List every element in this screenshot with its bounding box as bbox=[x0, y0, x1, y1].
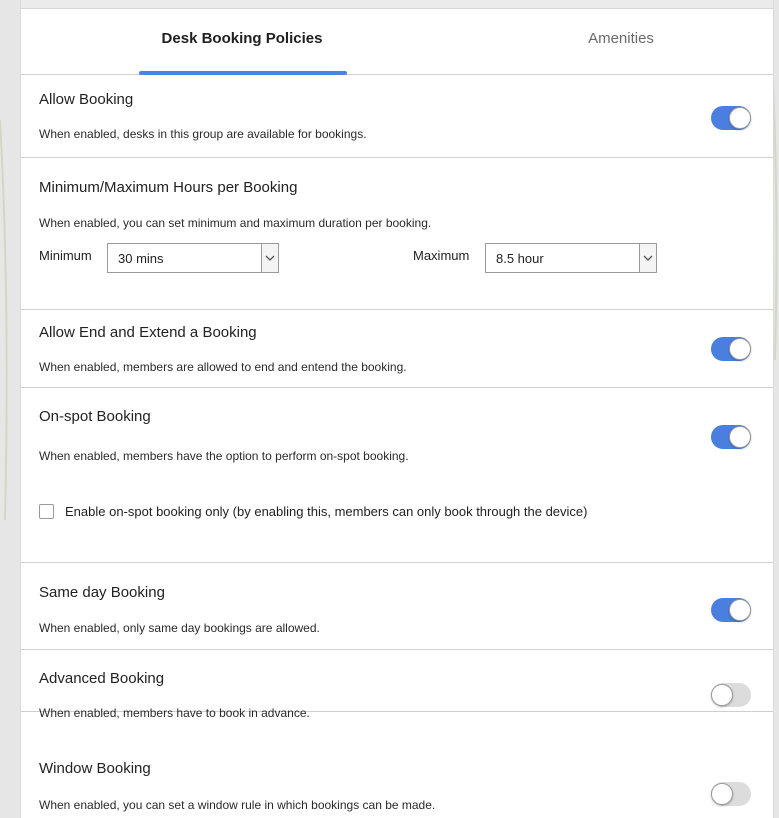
section-same-day-booking: Same day Booking When enabled, only same… bbox=[21, 563, 773, 650]
maximum-label: Maximum bbox=[413, 248, 470, 263]
section-description: When enabled, members have the option to… bbox=[39, 449, 409, 463]
section-end-extend: Allow End and Extend a Booking When enab… bbox=[21, 310, 773, 388]
section-window-booking: Window Booking When enabled, you can set… bbox=[21, 712, 773, 818]
section-description: When enabled, you can set minimum and ma… bbox=[39, 216, 432, 230]
toggle-knob bbox=[711, 684, 733, 706]
minimum-select[interactable]: 30 mins bbox=[107, 243, 279, 273]
section-description: When enabled, members are allowed to end… bbox=[39, 360, 407, 374]
section-description: When enabled, you can set a window rule … bbox=[39, 798, 436, 812]
minimum-value: 30 mins bbox=[118, 251, 164, 266]
section-title: Minimum/Maximum Hours per Booking bbox=[39, 179, 298, 196]
chevron-down-icon bbox=[261, 244, 278, 272]
end-extend-toggle[interactable] bbox=[711, 337, 751, 361]
tab-desk-booking-policies[interactable]: Desk Booking Policies bbox=[121, 8, 363, 74]
section-description: When enabled, desks in this group are av… bbox=[39, 127, 367, 141]
chevron-down-icon bbox=[639, 244, 656, 272]
maximum-select[interactable]: 8.5 hour bbox=[485, 243, 657, 273]
section-title: Same day Booking bbox=[39, 584, 165, 601]
on-spot-only-label: Enable on-spot booking only (by enabling… bbox=[65, 504, 588, 519]
allow-booking-toggle[interactable] bbox=[711, 106, 751, 130]
section-on-spot-booking: On-spot Booking When enabled, members ha… bbox=[21, 388, 773, 563]
on-spot-booking-toggle[interactable] bbox=[711, 425, 751, 449]
policy-panel: Desk Booking Policies Amenities Allow Bo… bbox=[20, 0, 774, 818]
minimum-label: Minimum bbox=[39, 248, 92, 263]
section-advanced-booking: Advanced Booking When enabled, members h… bbox=[21, 650, 773, 720]
toggle-knob bbox=[729, 426, 751, 448]
section-min-max-hours: Minimum/Maximum Hours per Booking When e… bbox=[21, 158, 773, 310]
toggle-knob bbox=[729, 107, 751, 129]
section-title: On-spot Booking bbox=[39, 408, 151, 425]
same-day-booking-toggle[interactable] bbox=[711, 598, 751, 622]
section-title: Advanced Booking bbox=[39, 670, 165, 687]
section-description: When enabled, only same day bookings are… bbox=[39, 621, 320, 635]
section-title: Allow Booking bbox=[39, 91, 134, 108]
toggle-knob bbox=[729, 338, 751, 360]
tab-amenities[interactable]: Amenities bbox=[501, 8, 741, 74]
on-spot-only-checkbox[interactable] bbox=[39, 504, 54, 519]
window-booking-toggle[interactable] bbox=[711, 782, 751, 806]
toggle-knob bbox=[729, 599, 751, 621]
maximum-value: 8.5 hour bbox=[496, 251, 544, 266]
section-allow-booking: Allow Booking When enabled, desks in thi… bbox=[21, 75, 773, 158]
toggle-knob bbox=[711, 783, 733, 805]
section-title: Allow End and Extend a Booking bbox=[39, 324, 257, 341]
tab-bar: Desk Booking Policies Amenities bbox=[21, 8, 773, 75]
section-title: Window Booking bbox=[39, 760, 151, 777]
advanced-booking-toggle[interactable] bbox=[711, 683, 751, 707]
